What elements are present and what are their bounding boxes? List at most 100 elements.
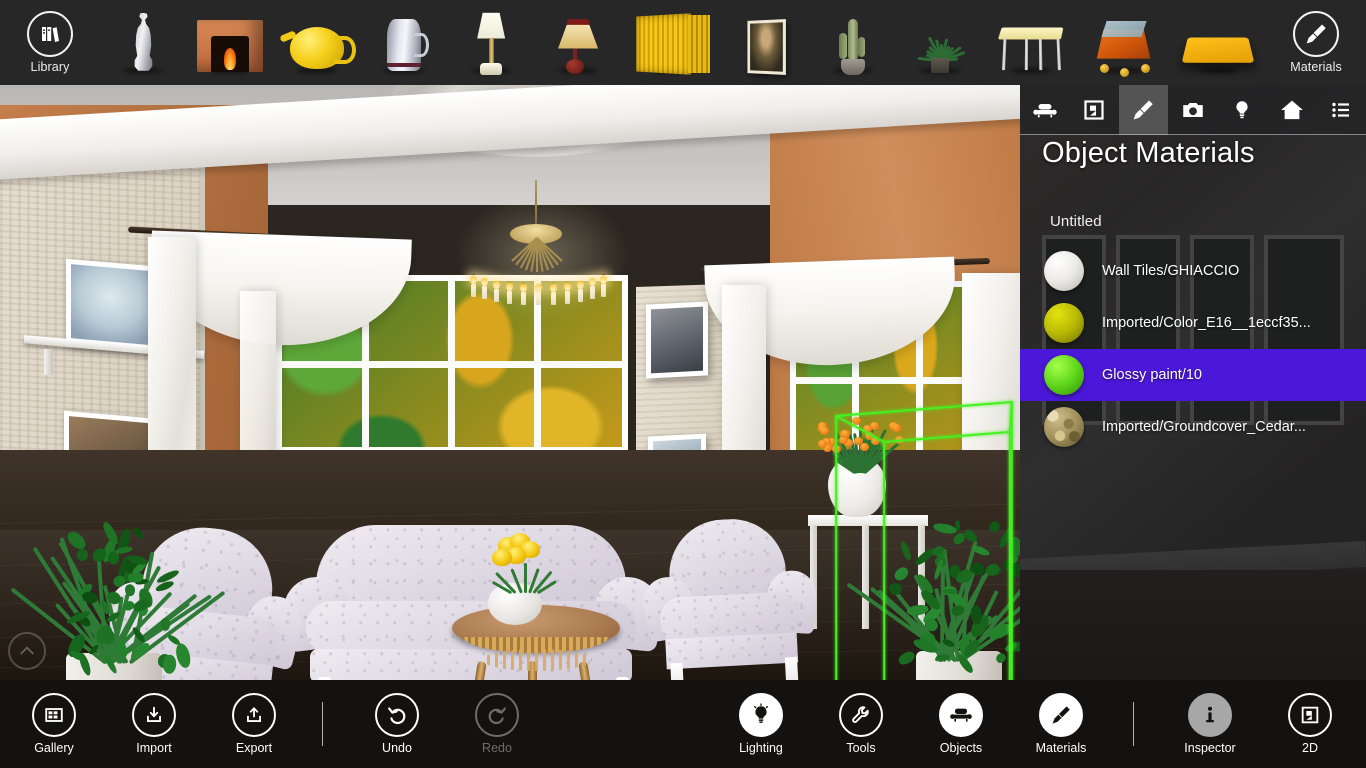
- object-materials-panel: Object Materials Untitled Wall Tiles/GHI…: [1020, 85, 1366, 680]
- painting-art: [747, 19, 785, 75]
- 2d-button[interactable]: 2D: [1260, 680, 1360, 768]
- library-button[interactable]: Library: [0, 0, 100, 85]
- chandelier-flame: [535, 282, 542, 292]
- materials-button[interactable]: Materials: [1011, 680, 1111, 768]
- material-row[interactable]: Imported/Color_E16__1eccf35...: [1020, 297, 1366, 349]
- thumb-wall-sconce[interactable]: [542, 7, 614, 79]
- chandelier-candle: [578, 289, 583, 302]
- panel-title: Object Materials: [1042, 137, 1342, 170]
- material-row-selected[interactable]: Glossy paint/10: [1020, 349, 1366, 401]
- flower-bud: [892, 424, 901, 432]
- history-group: Undo Redo: [347, 680, 547, 768]
- thumb-silver-vase[interactable]: [107, 7, 179, 79]
- inspector-button[interactable]: Inspector: [1160, 680, 1260, 768]
- flower-bud: [841, 430, 850, 438]
- flower-leaf: [524, 563, 527, 593]
- thumb-potted-cactus[interactable]: [817, 7, 889, 79]
- chandelier-candle: [482, 286, 487, 299]
- objects-button[interactable]: Objects: [911, 680, 1011, 768]
- mattress-art: [1181, 37, 1254, 62]
- import-icon: [132, 693, 176, 737]
- jug-art: [387, 19, 421, 71]
- plant-leaf: [987, 519, 1002, 534]
- paintbrush-icon: [1130, 97, 1156, 123]
- thumb-yellow-mattress[interactable]: [1177, 7, 1259, 79]
- import-button[interactable]: Import: [104, 680, 204, 768]
- armchair-right[interactable]: [646, 515, 814, 680]
- chandelier-flame: [506, 281, 513, 291]
- yellow-flowers: [462, 533, 572, 595]
- redo-button[interactable]: Redo: [447, 680, 547, 768]
- collapse-toolbar-button[interactable]: [8, 632, 46, 670]
- panel-tab-objects[interactable]: [1020, 85, 1069, 135]
- export-button[interactable]: Export: [204, 680, 304, 768]
- lighting-button[interactable]: Lighting: [711, 680, 811, 768]
- floorplan-icon: [1288, 693, 1332, 737]
- plant-leaf: [174, 642, 193, 669]
- panel-tab-materials[interactable]: [1119, 85, 1168, 135]
- 3d-viewport[interactable]: [0, 85, 1020, 680]
- flower-bud: [895, 436, 904, 444]
- plant-leaf: [899, 540, 913, 561]
- object-thumbnail-strip[interactable]: [100, 0, 1266, 85]
- thumb-ceramic-jug[interactable]: [368, 7, 440, 79]
- thumb-white-table[interactable]: [991, 7, 1071, 79]
- chandelier-flame: [550, 282, 557, 292]
- materials-list[interactable]: Wall Tiles/GHIACCIO Imported/Color_E16__…: [1020, 245, 1366, 453]
- sofa-icon: [1032, 97, 1058, 123]
- chandelier-candle: [536, 292, 541, 305]
- potted-plant-right-selected[interactable]: [856, 503, 1020, 680]
- chandelier-candle: [507, 291, 512, 304]
- plant-leaf: [101, 520, 121, 547]
- home-icon: [1279, 97, 1305, 123]
- plant-leaf: [161, 617, 171, 631]
- chandelier-flame: [564, 281, 571, 291]
- plant-leaf: [892, 564, 911, 582]
- plant-leaf: [76, 549, 88, 561]
- undo-button[interactable]: Undo: [347, 680, 447, 768]
- paintbrush-icon: [1293, 11, 1339, 57]
- plant-leaf: [970, 605, 983, 625]
- material-label: Imported/Groundcover_Cedar...: [1102, 419, 1306, 435]
- app-window: Library Materials Object Materials Untit…: [0, 0, 1366, 768]
- thumb-orange-ottoman[interactable]: [1086, 7, 1162, 79]
- thumb-yellow-curtains[interactable]: [629, 7, 715, 79]
- fireplace-art: [197, 20, 263, 72]
- panel-tab-list[interactable]: [1316, 85, 1365, 135]
- export-icon: [232, 693, 276, 737]
- gallery-label: Gallery: [34, 741, 74, 755]
- plant-leaf: [932, 522, 957, 536]
- panel-tab-lighting[interactable]: [1218, 85, 1267, 135]
- plant-art: [914, 23, 966, 73]
- panel-tab-floorplan[interactable]: [1069, 85, 1118, 135]
- tools-button[interactable]: Tools: [811, 680, 911, 768]
- gallery-button[interactable]: Gallery: [4, 680, 104, 768]
- material-label: Imported/Color_E16__1eccf35...: [1102, 315, 1311, 331]
- lightbulb-icon: [739, 693, 783, 737]
- top-toolbar: Library Materials: [0, 0, 1366, 85]
- materials-button-top[interactable]: Materials: [1266, 0, 1366, 85]
- mode-group: Lighting Tools Objects Materials: [711, 680, 1111, 768]
- thumb-potted-plant[interactable]: [904, 7, 976, 79]
- thumb-fireplace[interactable]: [194, 7, 266, 79]
- orange-flowers: [798, 415, 918, 473]
- panel-tab-home[interactable]: [1267, 85, 1316, 135]
- chandelier-candle: [601, 284, 606, 297]
- material-swatch: [1044, 251, 1084, 291]
- thumb-table-lamp[interactable]: [455, 7, 527, 79]
- chandelier-candle: [471, 284, 476, 297]
- redo-label: Redo: [482, 741, 512, 755]
- flower-bloom: [492, 549, 512, 566]
- material-swatch: [1044, 303, 1084, 343]
- cactus-art: [833, 13, 873, 75]
- list-icon: [1329, 98, 1353, 122]
- thumb-yellow-teapot[interactable]: [281, 7, 353, 79]
- books-icon: [27, 11, 73, 57]
- panel-tab-camera[interactable]: [1168, 85, 1217, 135]
- 2d-label: 2D: [1302, 741, 1318, 755]
- thumb-framed-painting[interactable]: [730, 7, 802, 79]
- material-row[interactable]: Imported/Groundcover_Cedar...: [1020, 401, 1366, 453]
- inspector-label: Inspector: [1184, 741, 1235, 755]
- material-row[interactable]: Wall Tiles/GHIACCIO: [1020, 245, 1366, 297]
- silver-vase-art: [130, 13, 156, 73]
